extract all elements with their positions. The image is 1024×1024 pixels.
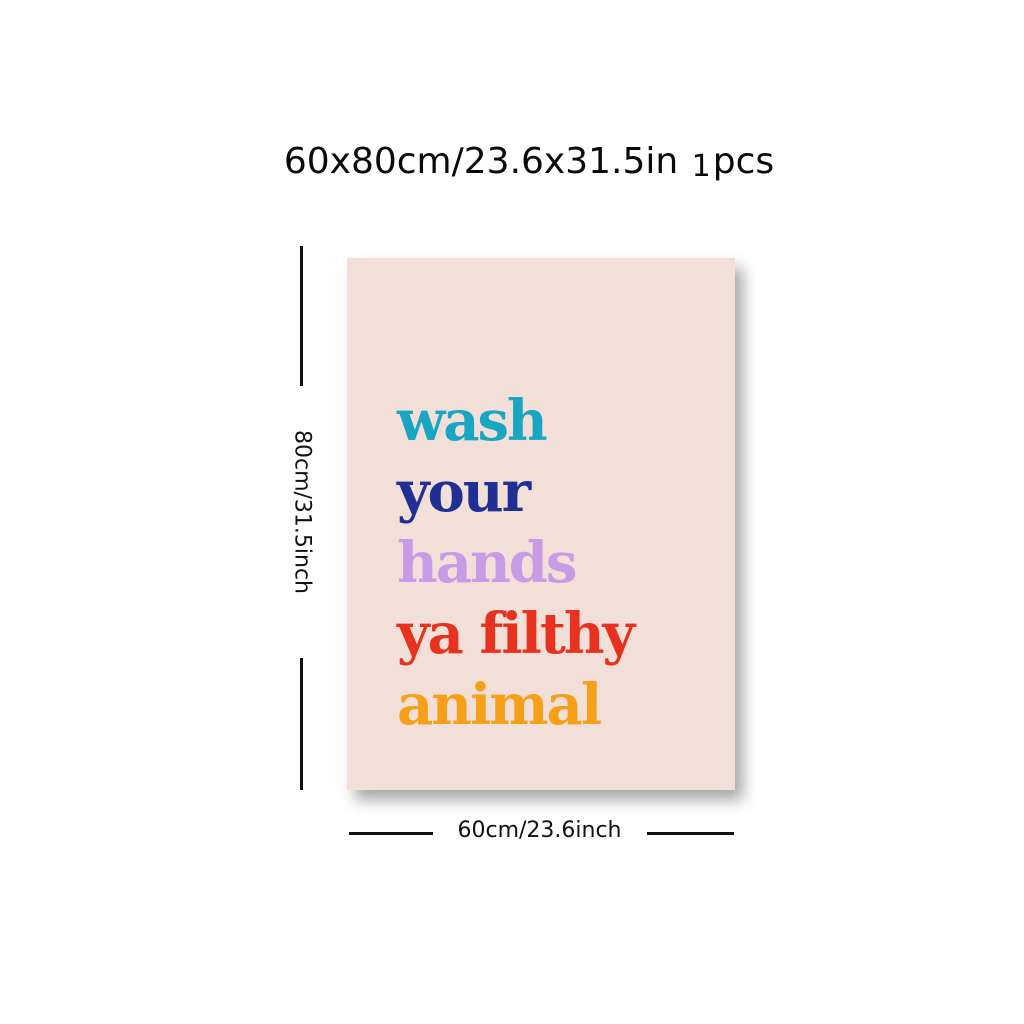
width-dimension-line-right [647, 832, 734, 835]
poster-line-ya-filthy: ya filthy [397, 601, 635, 667]
poster-text: wash your hands ya filthy animal [397, 386, 635, 741]
poster-line-hands: hands [397, 530, 577, 596]
quantity-number: 1 [691, 149, 711, 184]
product-image: 60x80cm/23.6x31.5in 1pcs 80cm/31.5inch w… [0, 0, 1024, 1024]
size-text: 60x80cm/23.6x31.5in [283, 141, 679, 182]
width-dimension-line-left [349, 832, 433, 835]
height-dimension-line-bottom [300, 658, 303, 790]
size-title: 60x80cm/23.6x31.5in 1pcs [0, 136, 1024, 190]
height-dimension-line-top [300, 246, 303, 386]
poster-canvas: wash your hands ya filthy animal [347, 258, 735, 790]
poster-line-animal: animal [397, 672, 602, 738]
quantity-unit: pcs [712, 141, 775, 182]
width-dimension-label: 60cm/23.6inch [457, 818, 622, 843]
poster-line-wash: wash [397, 388, 548, 454]
height-dimension-label: 80cm/31.5inch [289, 429, 315, 595]
poster-line-your: your [397, 459, 531, 525]
